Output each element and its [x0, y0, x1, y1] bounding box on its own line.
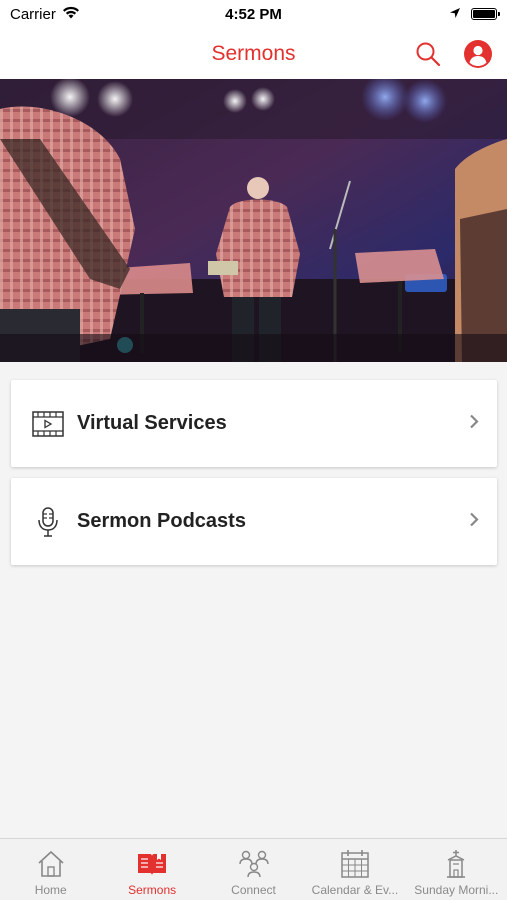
nav-header: Sermons	[0, 28, 507, 79]
sermon-podcasts-label: Sermon Podcasts	[77, 510, 246, 532]
calendar-icon	[338, 848, 372, 880]
tab-connect[interactable]: Connect	[203, 839, 304, 900]
home-icon	[34, 848, 68, 880]
tab-home[interactable]: Home	[0, 839, 101, 900]
wifi-icon	[62, 6, 80, 23]
people-icon	[237, 848, 271, 880]
location-arrow-icon	[449, 6, 461, 23]
status-bar: Carrier 4:52 PM	[0, 0, 507, 28]
user-icon	[464, 39, 492, 68]
chevron-right-icon	[469, 511, 479, 532]
hero-image	[0, 79, 507, 362]
virtual-services-card[interactable]: Virtual Services	[11, 380, 497, 467]
carrier-label: Carrier	[10, 5, 56, 23]
tab-sunday-morning[interactable]: Sunday Morni...	[406, 839, 507, 900]
card-list: Virtual Services Sermon Podcasts	[11, 380, 497, 576]
search-button[interactable]	[413, 39, 443, 69]
book-icon	[135, 848, 169, 880]
battery-icon	[471, 8, 500, 20]
status-right	[449, 6, 500, 23]
tab-calendar-label: Calendar & Ev...	[311, 883, 399, 897]
tab-calendar[interactable]: Calendar & Ev...	[304, 839, 405, 900]
microphone-icon	[31, 505, 65, 539]
tab-bar: Home Sermons Connect Calendar & Ev... Su…	[0, 838, 507, 900]
tab-home-label: Home	[34, 883, 67, 897]
tab-sermons-label: Sermons	[128, 883, 177, 897]
nav-actions	[413, 28, 493, 79]
virtual-services-label: Virtual Services	[77, 412, 227, 434]
church-icon	[439, 848, 473, 880]
tab-connect-label: Connect	[231, 883, 276, 897]
search-icon	[416, 42, 441, 66]
sermon-podcasts-card[interactable]: Sermon Podcasts	[11, 478, 497, 565]
tab-sermons[interactable]: Sermons	[101, 839, 202, 900]
tab-sunday-morning-label: Sunday Morni...	[414, 883, 499, 897]
page-title: Sermons	[211, 41, 296, 65]
account-button[interactable]	[463, 39, 493, 69]
video-icon	[31, 407, 65, 441]
chevron-right-icon	[469, 413, 479, 434]
status-left: Carrier	[10, 6, 80, 23]
